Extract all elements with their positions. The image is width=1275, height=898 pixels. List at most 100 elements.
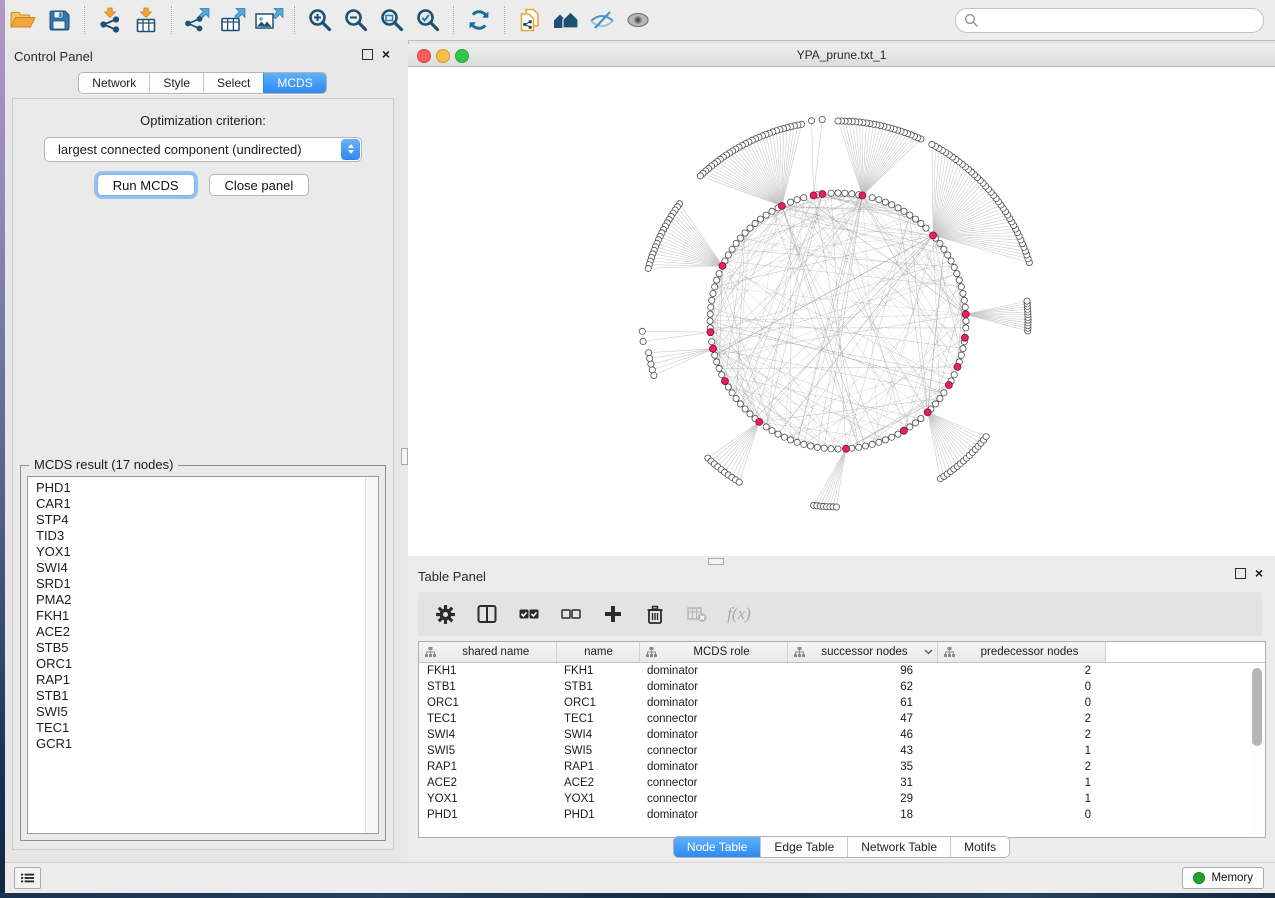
import-table-button[interactable] <box>128 4 164 36</box>
network-window-titlebar[interactable]: YPA_prune.txt_1 <box>408 44 1275 67</box>
network-node[interactable] <box>737 401 743 407</box>
mcds-result-item[interactable]: FKH1 <box>28 608 378 624</box>
tab-select[interactable]: Select <box>203 73 263 93</box>
network-node[interactable] <box>707 311 713 317</box>
search-box[interactable] <box>955 8 1264 33</box>
network-node[interactable] <box>742 406 748 412</box>
export-image-button[interactable] <box>251 4 287 36</box>
network-node[interactable] <box>895 431 901 437</box>
network-node[interactable] <box>842 190 848 196</box>
mcds-dominator-node[interactable] <box>810 192 817 199</box>
table-row[interactable]: SWI4SWI4dominator462 <box>419 727 1265 743</box>
table-settings-button[interactable] <box>432 601 458 627</box>
network-node[interactable] <box>948 258 954 264</box>
network-node[interactable] <box>960 345 966 351</box>
network-node[interactable] <box>794 197 800 203</box>
network-node[interactable] <box>828 190 834 196</box>
network-node[interactable] <box>725 252 731 258</box>
network-node[interactable] <box>958 352 964 358</box>
network-node[interactable] <box>961 297 967 303</box>
network-node[interactable] <box>958 284 964 290</box>
table-row[interactable]: ACE2ACE2connector311 <box>419 775 1265 791</box>
open-file-button[interactable] <box>5 4 41 36</box>
delete-column-button[interactable] <box>642 601 668 627</box>
network-from-document-button[interactable] <box>512 4 548 36</box>
mcds-result-item[interactable]: PMA2 <box>28 592 378 608</box>
minimize-traffic-light[interactable] <box>436 49 450 63</box>
network-node[interactable] <box>819 117 825 123</box>
network-node[interactable] <box>733 240 739 246</box>
network-node[interactable] <box>956 277 962 283</box>
network-node[interactable] <box>757 216 763 222</box>
mcds-dominator-node[interactable] <box>962 311 969 318</box>
network-node[interactable] <box>882 199 888 205</box>
mcds-dominator-node[interactable] <box>945 382 952 389</box>
mcds-list-scrollbar[interactable] <box>365 477 378 833</box>
network-node[interactable] <box>709 297 715 303</box>
network-node[interactable] <box>889 434 895 440</box>
network-node[interactable] <box>794 439 800 445</box>
splitter-grip[interactable] <box>708 558 724 565</box>
horizontal-splitter[interactable] <box>408 556 1275 566</box>
mcds-result-item[interactable]: SRD1 <box>28 576 378 592</box>
zoom-traffic-light[interactable] <box>455 49 469 63</box>
network-node[interactable] <box>821 445 827 451</box>
show-columns-button[interactable] <box>474 601 500 627</box>
mcds-result-item[interactable]: STB1 <box>28 688 378 704</box>
network-node[interactable] <box>918 220 924 226</box>
network-node[interactable] <box>912 420 918 426</box>
network-node[interactable] <box>954 271 960 277</box>
tab-mcds[interactable]: MCDS <box>263 73 325 93</box>
network-node[interactable] <box>747 225 753 231</box>
network-graph[interactable] <box>408 67 1275 556</box>
network-node[interactable] <box>729 246 735 252</box>
network-node[interactable] <box>856 444 862 450</box>
network-node[interactable] <box>876 197 882 203</box>
network-node[interactable] <box>862 443 868 449</box>
network-node[interactable] <box>716 365 722 371</box>
network-node[interactable] <box>697 173 703 179</box>
mcds-result-item[interactable]: SWI5 <box>28 704 378 720</box>
network-node[interactable] <box>763 212 769 218</box>
show-eye-button[interactable] <box>620 4 656 36</box>
network-node[interactable] <box>737 235 743 241</box>
mcds-result-item[interactable]: STB5 <box>28 640 378 656</box>
mcds-result-item[interactable]: TID3 <box>28 528 378 544</box>
close-icon[interactable]: × <box>382 49 390 60</box>
export-network-button[interactable] <box>179 4 215 36</box>
home-networks-button[interactable] <box>548 4 584 36</box>
mcds-dominator-node[interactable] <box>707 329 714 336</box>
network-node[interactable] <box>639 328 645 334</box>
mcds-dominator-node[interactable] <box>930 232 937 239</box>
table-row[interactable]: SWI5SWI5connector431 <box>419 743 1265 759</box>
table-row[interactable]: STB1STB1dominator620 <box>419 679 1265 695</box>
table-scrollbar-thumb[interactable] <box>1252 668 1262 746</box>
mcds-result-item[interactable]: CAR1 <box>28 496 378 512</box>
network-node[interactable] <box>807 443 813 449</box>
network-node[interactable] <box>923 225 929 231</box>
network-node[interactable] <box>640 338 646 344</box>
network-node[interactable] <box>814 444 820 450</box>
network-node[interactable] <box>907 212 913 218</box>
network-node[interactable] <box>647 355 653 361</box>
mcds-dominator-node[interactable] <box>924 409 931 416</box>
splitter-grip[interactable] <box>401 448 408 465</box>
tab-style[interactable]: Style <box>149 73 203 93</box>
search-input[interactable] <box>979 13 1255 29</box>
network-node[interactable] <box>801 195 807 201</box>
network-node[interactable] <box>869 195 875 201</box>
network-node[interactable] <box>769 208 775 214</box>
table-row[interactable]: YOX1YOX1connector291 <box>419 791 1265 807</box>
network-node[interactable] <box>736 479 742 485</box>
network-node[interactable] <box>876 439 882 445</box>
network-node[interactable] <box>708 304 714 310</box>
mcds-dominator-node[interactable] <box>722 378 729 385</box>
status-list-button[interactable] <box>14 867 41 889</box>
network-node[interactable] <box>828 446 834 452</box>
network-node[interactable] <box>912 216 918 222</box>
zoom-selected-button[interactable] <box>410 4 446 36</box>
close-panel-button[interactable]: Close panel <box>209 174 310 196</box>
node-table-grid[interactable]: shared namenameMCDS rolesuccessor nodesp… <box>419 642 1265 823</box>
network-node[interactable] <box>775 431 781 437</box>
mcds-dominator-node[interactable] <box>843 445 850 452</box>
